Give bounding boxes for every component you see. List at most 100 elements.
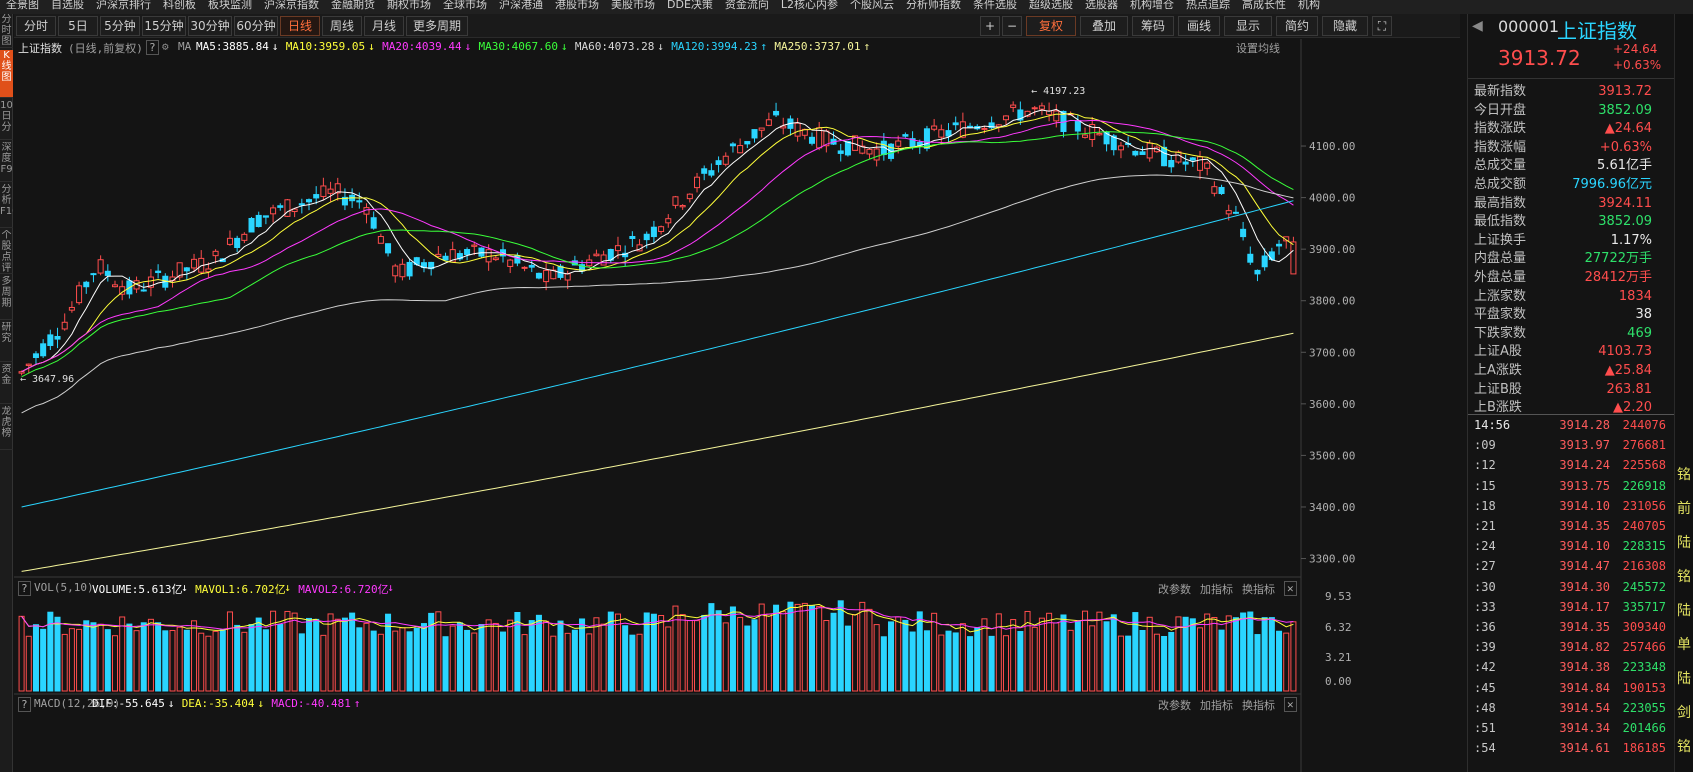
left-tab[interactable]: 分析F10	[0, 184, 13, 228]
candle-body	[392, 265, 399, 277]
side-strip-char[interactable]: 陆	[1677, 668, 1691, 688]
help-icon[interactable]: ?	[146, 40, 159, 55]
period-button[interactable]: 60分钟	[234, 16, 278, 36]
toolbar-hide-button[interactable]: 隐藏	[1322, 16, 1368, 36]
side-strip-char[interactable]: 剑	[1677, 702, 1691, 722]
top-menu-item[interactable]: 机构增仓	[1130, 0, 1174, 10]
toolbar-overlay-button[interactable]: 叠加	[1080, 16, 1128, 36]
period-button[interactable]: 5分钟	[100, 16, 140, 36]
top-menu-item[interactable]: 超级选股	[1029, 0, 1073, 10]
prev-arrow-icon[interactable]: ◀	[1472, 18, 1483, 34]
candle-body	[1132, 150, 1139, 156]
tick-price: 3914.35	[1559, 620, 1610, 634]
volume-bar	[952, 632, 959, 692]
top-menu-item[interactable]: 金融期货	[331, 0, 375, 10]
period-button[interactable]: 5日	[58, 16, 98, 36]
candle-body	[1204, 162, 1211, 169]
volume-bar	[823, 620, 830, 692]
left-tab[interactable]: K线图	[0, 50, 13, 98]
top-menu-item[interactable]: 科创板	[163, 0, 196, 10]
period-button[interactable]: 15分钟	[142, 16, 186, 36]
gear-icon[interactable]: ⚙	[162, 40, 169, 53]
period-button[interactable]: 日线	[280, 16, 320, 36]
candle-body	[104, 270, 111, 276]
top-menu-item[interactable]: 美股市场	[611, 0, 655, 10]
price-axis-label: 3600.00	[1309, 398, 1355, 411]
top-menu-item[interactable]: 全景图	[6, 0, 39, 10]
top-menu-item[interactable]: 机构	[1298, 0, 1320, 10]
side-strip-char[interactable]: 铭	[1677, 736, 1691, 756]
toolbar-draw-button[interactable]: 画线	[1178, 16, 1220, 36]
kline-chart-svg[interactable]: 4100.00 4000.00 3900.00 3800.00 3700.00 3600.…	[14, 39, 1460, 772]
left-tab[interactable]: 个股点评	[0, 230, 13, 274]
toolbar-fuquan-button[interactable]: 复权	[1026, 16, 1076, 36]
top-menu-item[interactable]: L2核心内参	[781, 0, 838, 10]
period-button[interactable]: 分时	[16, 16, 56, 36]
indicator-action-button[interactable]: 加指标	[1200, 581, 1233, 597]
indicator-action-button[interactable]: 改参数	[1158, 697, 1191, 713]
toolbar-chips-button[interactable]: 筹码	[1132, 16, 1174, 36]
toolbar-simple-button[interactable]: 简约	[1276, 16, 1318, 36]
candle-body	[528, 264, 535, 268]
side-strip-char[interactable]: 陆	[1677, 532, 1691, 552]
top-menu-item[interactable]: 自选股	[51, 0, 84, 10]
top-menu-item[interactable]: 全球市场	[443, 0, 487, 10]
left-tab[interactable]: 龙虎榜	[0, 406, 13, 450]
side-strip-char[interactable]: 铭	[1677, 566, 1691, 586]
indicator-action-button[interactable]: 加指标	[1200, 697, 1233, 713]
indicator-action-button[interactable]: 改参数	[1158, 581, 1191, 597]
side-strip-char[interactable]: 单	[1677, 634, 1691, 654]
close-icon[interactable]: ✕	[1284, 581, 1297, 596]
top-menu-item[interactable]: 期权市场	[387, 0, 431, 10]
indicator-action-button[interactable]: 换指标	[1242, 697, 1275, 713]
close-icon[interactable]: ✕	[1284, 697, 1297, 712]
top-menu-item[interactable]: 板块监测	[208, 0, 252, 10]
top-menu-item[interactable]: 个股风云	[850, 0, 894, 10]
volume-bar	[111, 635, 119, 692]
period-button[interactable]: 周线	[322, 16, 362, 36]
top-menu-item[interactable]: 选股器	[1085, 0, 1118, 10]
side-strip-char[interactable]: 前	[1677, 498, 1691, 518]
toolbar-display-button[interactable]: 显示	[1224, 16, 1272, 36]
top-menu-item[interactable]: 资金流向	[725, 0, 769, 10]
top-menu-item[interactable]: 分析师指数	[906, 0, 961, 10]
volume-bar	[277, 623, 284, 692]
volume-bar	[492, 622, 499, 692]
top-menu-item[interactable]: 热点追踪	[1186, 0, 1230, 10]
toolbar-minus-button[interactable]: −	[1002, 16, 1022, 36]
left-tab[interactable]: 资金	[0, 364, 13, 404]
candle-body	[1182, 161, 1189, 165]
left-tab[interactable]: 10日分	[0, 100, 13, 140]
side-strip-char[interactable]: 陆	[1677, 600, 1691, 620]
top-menu-item[interactable]: 沪深港通	[499, 0, 543, 10]
period-button[interactable]: 月线	[364, 16, 404, 36]
fullscreen-icon[interactable]: ⛶	[1372, 16, 1392, 36]
indicator-action-button[interactable]: 换指标	[1242, 581, 1275, 597]
help-icon[interactable]: ?	[18, 697, 31, 712]
left-tab[interactable]: 多周期	[0, 276, 13, 320]
toolbar-plus-button[interactable]: +	[980, 16, 1000, 36]
period-button[interactable]: 更多周期	[406, 16, 468, 36]
side-strip-char[interactable]: 铭	[1677, 464, 1691, 484]
top-menu-item[interactable]: 沪深京排行	[96, 0, 151, 10]
help-icon[interactable]: ?	[18, 581, 31, 596]
top-menu-item[interactable]: 港股市场	[555, 0, 599, 10]
ma-settings-button[interactable]: 设置均线	[1236, 40, 1280, 56]
volume-bar	[334, 618, 341, 692]
volume-bar	[1017, 631, 1024, 692]
trend-arrow-icon: ↓	[257, 697, 265, 710]
volume-bar	[1089, 625, 1096, 692]
top-menu-item[interactable]: 高成长性	[1242, 0, 1286, 10]
volume-bar	[377, 633, 384, 692]
tick-row: :24 3914.10 228315	[1468, 537, 1693, 555]
left-tab[interactable]: 分时图	[0, 14, 13, 48]
volume-bar	[298, 633, 305, 692]
top-menu-item[interactable]: 条件选股	[973, 0, 1017, 10]
left-tab[interactable]: 研究	[0, 322, 13, 362]
top-menu-item[interactable]: 沪深京指数	[264, 0, 319, 10]
candle-body	[464, 249, 471, 255]
period-button[interactable]: 30分钟	[188, 16, 232, 36]
top-menu-item[interactable]: DDE决策	[667, 0, 713, 10]
tick-volume: 186185	[1622, 741, 1666, 756]
left-tab[interactable]: 深度F9	[0, 142, 13, 182]
